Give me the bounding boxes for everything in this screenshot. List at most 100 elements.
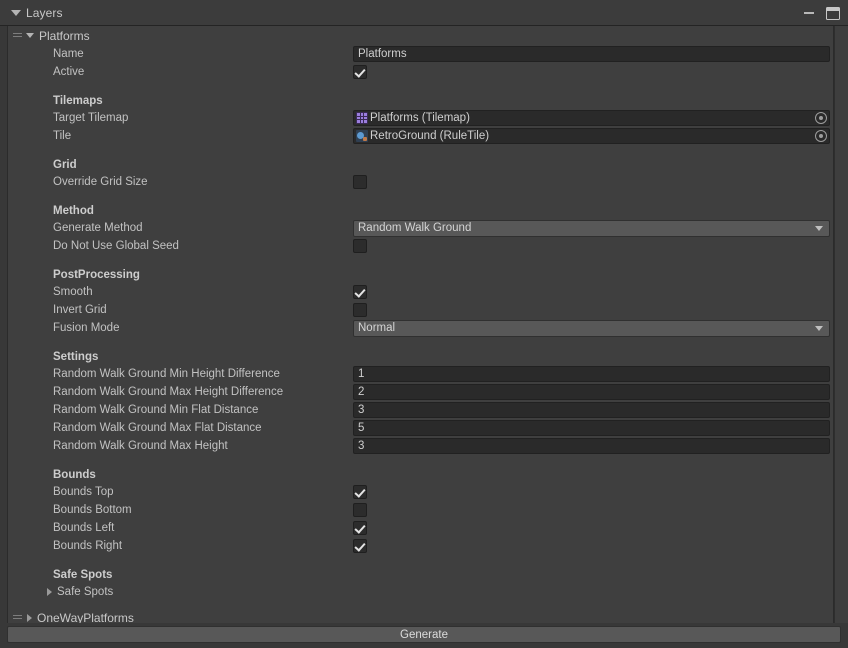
row-safe-spots-array[interactable]: Safe Spots <box>8 583 833 601</box>
layers-inspector-window: Layers Platforms Name Platforms <box>0 0 848 648</box>
chevron-down-icon <box>815 226 823 231</box>
tile-object-field[interactable]: RetroGround (RuleTile) <box>353 128 830 144</box>
label-bounds-bottom: Bounds Bottom <box>8 504 353 516</box>
drag-handle-icon[interactable] <box>12 613 23 622</box>
row-setting-1: Random Walk Ground Max Height Difference… <box>8 383 833 401</box>
layer-title: OneWayPlatforms <box>37 611 134 624</box>
layer-element-header-platforms[interactable]: Platforms <box>8 26 833 45</box>
field-wrap-fusion-mode: Normal <box>353 320 833 337</box>
group-header-safe-spots: Safe Spots <box>8 562 833 583</box>
label-invert-grid: Invert Grid <box>8 304 353 316</box>
active-checkbox[interactable] <box>353 65 367 79</box>
group-header-grid: Grid <box>8 152 833 173</box>
do-not-use-global-seed-checkbox[interactable] <box>353 239 367 253</box>
label-setting-2: Random Walk Ground Min Flat Distance <box>8 404 353 416</box>
row-setting-0: Random Walk Ground Min Height Difference… <box>8 365 833 383</box>
field-wrap-target-tilemap: Platforms (Tilemap) <box>353 110 833 126</box>
fusion-mode-value: Normal <box>358 322 395 334</box>
name-input[interactable]: Platforms <box>353 46 830 62</box>
bounds-bottom-checkbox[interactable] <box>353 503 367 517</box>
row-name: Name Platforms <box>8 45 833 63</box>
label-setting-3: Random Walk Ground Max Flat Distance <box>8 422 353 434</box>
generate-button[interactable]: Generate <box>7 626 841 643</box>
group-header-settings: Settings <box>8 344 833 365</box>
label-tile: Tile <box>8 130 353 142</box>
bounds-top-checkbox[interactable] <box>353 485 367 499</box>
spacer <box>8 601 833 608</box>
row-bounds-bottom: Bounds Bottom <box>8 501 833 519</box>
spacer <box>8 337 833 344</box>
row-bounds-right: Bounds Right <box>8 537 833 555</box>
label-override-grid-size: Override Grid Size <box>8 176 353 188</box>
setting-4-input[interactable]: 3 <box>353 438 830 454</box>
row-bounds-top: Bounds Top <box>8 483 833 501</box>
generate-method-dropdown[interactable]: Random Walk Ground <box>353 220 830 237</box>
invert-grid-checkbox[interactable] <box>353 303 367 317</box>
field-wrap-setting-0: 1 <box>353 366 833 382</box>
window-title: Layers <box>26 6 63 20</box>
minimize-icon[interactable] <box>804 12 814 14</box>
row-invert-grid: Invert Grid <box>8 301 833 319</box>
vertical-scrollbar[interactable] <box>834 26 848 623</box>
label-setting-4: Random Walk Ground Max Height <box>8 440 353 452</box>
layers-reorderable-list: Platforms Name Platforms Active <box>7 26 834 623</box>
label-setting-1: Random Walk Ground Max Height Difference <box>8 386 353 398</box>
chevron-down-icon[interactable] <box>26 33 34 38</box>
group-header-bounds: Bounds <box>8 462 833 483</box>
smooth-checkbox[interactable] <box>353 285 367 299</box>
group-header-postprocessing: PostProcessing <box>8 262 833 283</box>
target-tilemap-object-field[interactable]: Platforms (Tilemap) <box>353 110 830 126</box>
label-bounds-left: Bounds Left <box>8 522 353 534</box>
field-wrap-bounds-top <box>353 485 833 499</box>
fusion-mode-dropdown[interactable]: Normal <box>353 320 830 337</box>
setting-1-input[interactable]: 2 <box>353 384 830 400</box>
object-picker-icon[interactable] <box>815 130 827 142</box>
row-setting-2: Random Walk Ground Min Flat Distance 3 <box>8 401 833 419</box>
setting-3-input[interactable]: 5 <box>353 420 830 436</box>
tilemap-icon <box>356 112 368 124</box>
spacer <box>8 255 833 262</box>
setting-0-input[interactable]: 1 <box>353 366 830 382</box>
label-setting-0: Random Walk Ground Min Height Difference <box>8 368 353 380</box>
layer-title: Platforms <box>39 29 90 43</box>
spacer <box>8 455 833 462</box>
chevron-right-icon[interactable] <box>47 588 52 596</box>
object-picker-icon[interactable] <box>815 112 827 124</box>
field-wrap-invert-grid <box>353 303 833 317</box>
field-wrap-setting-4: 3 <box>353 438 833 454</box>
field-wrap-generate-method: Random Walk Ground <box>353 220 833 237</box>
field-wrap-tile: RetroGround (RuleTile) <box>353 128 833 144</box>
layers-list-box: Platforms Name Platforms Active <box>7 26 834 623</box>
setting-2-input[interactable]: 3 <box>353 402 830 418</box>
label-bounds-top: Bounds Top <box>8 486 353 498</box>
field-wrap-bounds-left <box>353 521 833 535</box>
spacer <box>8 555 833 562</box>
label-do-not-use-global-seed: Do Not Use Global Seed <box>8 240 353 252</box>
row-do-not-use-global-seed: Do Not Use Global Seed <box>8 237 833 255</box>
row-fusion-mode: Fusion Mode Normal <box>8 319 833 337</box>
group-header-tilemaps: Tilemaps <box>8 88 833 109</box>
field-wrap-setting-2: 3 <box>353 402 833 418</box>
override-grid-size-checkbox[interactable] <box>353 175 367 189</box>
bounds-left-checkbox[interactable] <box>353 521 367 535</box>
bounds-right-checkbox[interactable] <box>353 539 367 553</box>
layer-element-header-onewayplatforms[interactable]: OneWayPlatforms <box>8 608 833 623</box>
inspector-body: Platforms Name Platforms Active <box>0 26 848 623</box>
drag-handle-icon[interactable] <box>12 31 23 40</box>
label-target-tilemap: Target Tilemap <box>8 112 353 124</box>
ruletile-icon <box>356 130 368 142</box>
field-wrap-name: Platforms <box>353 46 833 62</box>
maximize-icon[interactable] <box>826 7 840 20</box>
tile-value: RetroGround (RuleTile) <box>370 130 489 142</box>
field-wrap-bounds-bottom <box>353 503 833 517</box>
group-header-method: Method <box>8 198 833 219</box>
chevron-right-icon[interactable] <box>27 614 32 622</box>
window-titlebar: Layers <box>0 0 848 26</box>
label-generate-method: Generate Method <box>8 222 353 234</box>
label-smooth: Smooth <box>8 286 353 298</box>
window-controls <box>804 0 840 26</box>
row-tile: Tile RetroGround (RuleTile) <box>8 127 833 145</box>
window-foldout-icon[interactable] <box>11 10 21 16</box>
row-generate-method: Generate Method Random Walk Ground <box>8 219 833 237</box>
field-wrap-active <box>353 65 833 79</box>
